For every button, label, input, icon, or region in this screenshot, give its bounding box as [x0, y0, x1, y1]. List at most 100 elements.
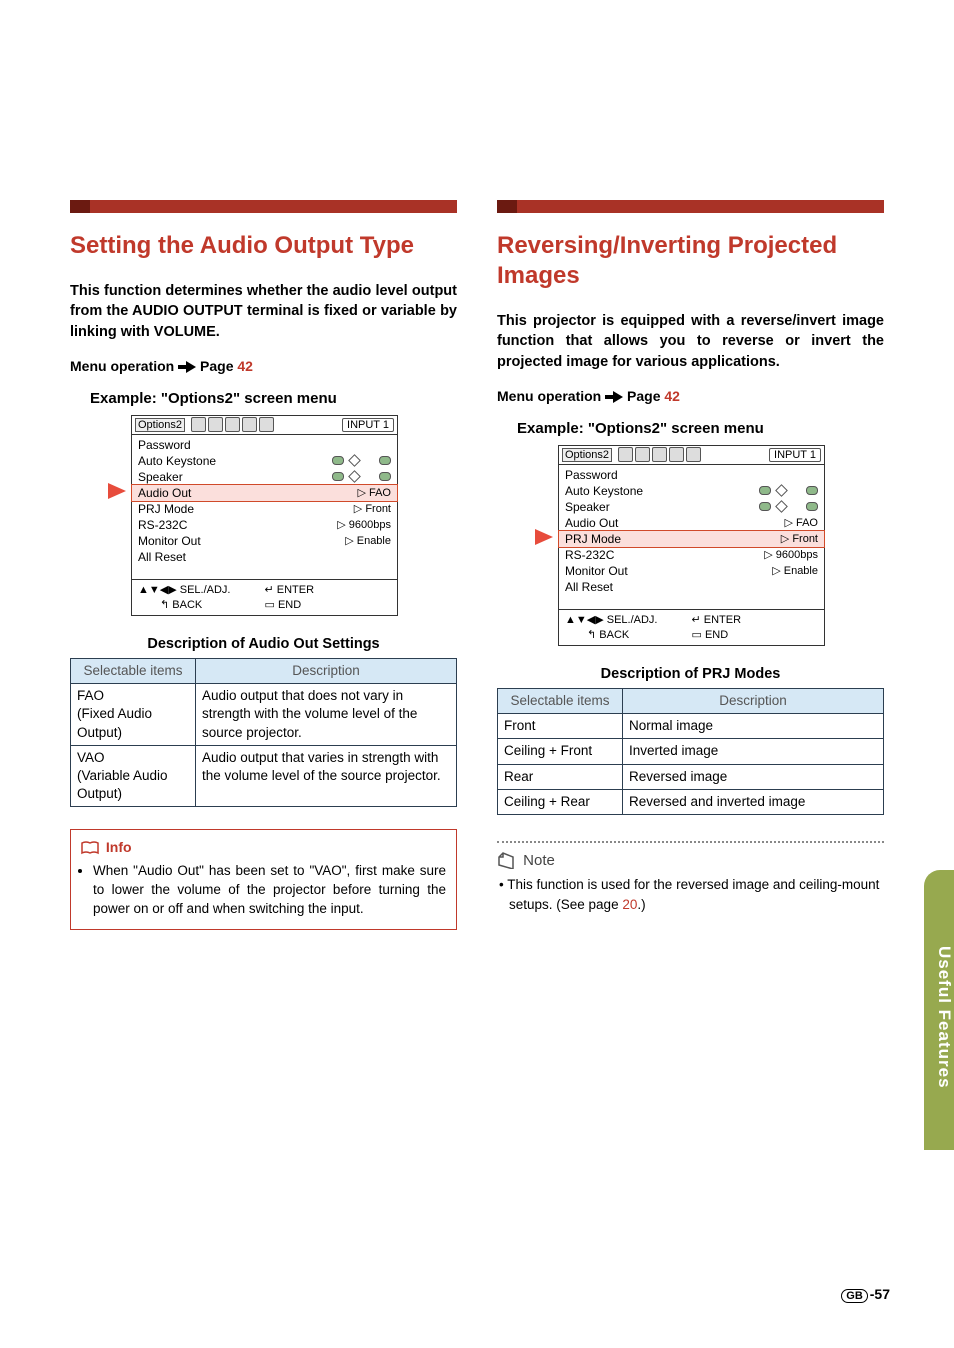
osd-screenshot-wrap: Options2 INPUT 1 PasswordAuto Keystone S… [131, 415, 396, 616]
osd-row: Audio Out▷ FAO [132, 485, 397, 501]
osd-row: Audio Out▷ FAO [565, 515, 818, 531]
osd-screenshot: Options2 INPUT 1 PasswordAuto Keystone S… [558, 445, 825, 646]
osd-header: Options2 INPUT 1 [559, 446, 824, 465]
menu-op-label: Menu operation [497, 388, 601, 404]
menu-operation-line: Menu operation Page 42 [497, 388, 884, 404]
table-caption: Description of PRJ Modes [497, 666, 884, 682]
osd-footer-sel: ▲▼◀▶ SEL./ADJ. [565, 613, 692, 626]
note-icon [497, 851, 517, 869]
section-bar [70, 200, 457, 213]
table-cell-item: Ceiling + Front [498, 739, 623, 764]
table-cell-item: Front [498, 714, 623, 739]
osd-row-label: Monitor Out [138, 533, 201, 549]
osd-row-label: Password [138, 437, 191, 453]
note-title: Note [497, 851, 884, 869]
osd-row: Auto Keystone [565, 483, 818, 499]
table-header: Description [623, 688, 884, 713]
highlight-pointer-icon [108, 483, 126, 499]
osd-header: Options2 INPUT 1 [132, 416, 397, 435]
osd-row-label: Audio Out [565, 515, 618, 531]
table-cell-item: Ceiling + Rear [498, 789, 623, 814]
osd-row-value: ▷ Front [354, 501, 391, 517]
osd-input-badge: INPUT 1 [769, 448, 821, 462]
table-cell-item: Rear [498, 764, 623, 789]
table-cell-desc: Reversed image [623, 764, 884, 789]
menu-op-label: Menu operation [70, 358, 174, 374]
highlight-pointer-icon [535, 529, 553, 545]
book-icon [81, 841, 99, 855]
osd-footer-back: ↰ BACK [565, 628, 692, 641]
arrow-right-icon [605, 391, 623, 403]
example-label: Example: "Options2" screen menu [517, 420, 884, 437]
osd-row-label: Speaker [138, 469, 183, 485]
osd-footer: ▲▼◀▶ SEL./ADJ. ↵ ENTER ↰ BACK ▭ END [132, 579, 397, 615]
osd-row: All Reset [565, 579, 818, 595]
page-ref-link[interactable]: 20 [622, 897, 637, 912]
menu-op-page-label: Page [627, 388, 660, 404]
table-cell-item: FAO (Fixed Audio Output) [71, 684, 196, 746]
osd-row-value: ▷ Enable [345, 533, 391, 549]
osd-row-label: RS-232C [565, 547, 614, 563]
osd-row-label: All Reset [138, 549, 186, 565]
osd-body: PasswordAuto Keystone Speaker Audio Out▷… [559, 465, 824, 609]
intro-text: This function determines whether the aud… [70, 281, 457, 342]
side-tab: Useful Features [924, 870, 954, 1150]
right-column: Reversing/Inverting Projected Images Thi… [497, 200, 884, 930]
osd-row: All Reset [138, 549, 391, 565]
page-number-num: -57 [870, 1286, 890, 1302]
osd-row: RS-232C ▷ 9600bps [138, 517, 391, 533]
osd-tab: Options2 [562, 448, 612, 462]
page-ref-link[interactable]: 42 [664, 388, 680, 404]
table-cell-desc: Normal image [623, 714, 884, 739]
table-row: Ceiling + RearReversed and inverted imag… [498, 789, 884, 814]
osd-footer: ▲▼◀▶ SEL./ADJ. ↵ ENTER ↰ BACK ▭ END [559, 609, 824, 645]
osd-row: Speaker [138, 469, 391, 485]
osd-row-value: ▷ Enable [772, 563, 818, 579]
osd-row-value: ▷ 9600bps [764, 547, 818, 563]
osd-row-value: ▷ FAO [357, 485, 391, 501]
note-separator [497, 841, 884, 843]
page-number: GB-57 [841, 1286, 890, 1302]
menu-operation-line: Menu operation Page 42 [70, 358, 457, 374]
table-row: VAO (Variable Audio Output)Audio output … [71, 745, 457, 807]
table-cell-item: VAO (Variable Audio Output) [71, 745, 196, 807]
osd-screenshot: Options2 INPUT 1 PasswordAuto Keystone S… [131, 415, 398, 616]
osd-row-value [757, 499, 818, 515]
table-row: Ceiling + FrontInverted image [498, 739, 884, 764]
osd-row-label: Auto Keystone [138, 453, 216, 469]
page-ref-link[interactable]: 42 [237, 358, 253, 374]
menu-op-page-label: Page [200, 358, 233, 374]
osd-footer-enter: ↵ ENTER [265, 583, 392, 596]
osd-row-label: RS-232C [138, 517, 187, 533]
table-header: Description [196, 658, 457, 683]
left-column: Setting the Audio Output Type This funct… [70, 200, 457, 930]
osd-footer-end: ▭ END [692, 628, 819, 641]
table-caption: Description of Audio Out Settings [70, 636, 457, 652]
table-cell-desc: Audio output that does not vary in stren… [196, 684, 457, 746]
osd-screenshot-wrap: Options2 INPUT 1 PasswordAuto Keystone S… [558, 445, 823, 646]
osd-row-value [330, 453, 391, 469]
info-box: Info When "Audio Out" has been set to "V… [70, 829, 457, 929]
note-text-pre: • This function is used for the reversed… [499, 877, 879, 912]
info-text: When "Audio Out" has been set to "VAO", … [93, 862, 446, 919]
osd-footer-enter: ↵ ENTER [692, 613, 819, 626]
note-title-text: Note [523, 852, 555, 869]
osd-tab: Options2 [135, 418, 185, 432]
columns: Setting the Audio Output Type This funct… [70, 200, 884, 930]
osd-row: PRJ Mode▷ Front [138, 501, 391, 517]
osd-row: Password [565, 467, 818, 483]
osd-footer-end: ▭ END [265, 598, 392, 611]
example-label: Example: "Options2" screen menu [90, 390, 457, 407]
osd-row-label: Speaker [565, 499, 610, 515]
section-bar [497, 200, 884, 213]
osd-row-label: All Reset [565, 579, 613, 595]
osd-icon-row [616, 447, 765, 462]
table-header: Selectable items [71, 658, 196, 683]
table-row: FrontNormal image [498, 714, 884, 739]
osd-row: Password [138, 437, 391, 453]
arrow-right-icon [178, 361, 196, 373]
page: Setting the Audio Output Type This funct… [0, 0, 954, 1348]
table-row: FAO (Fixed Audio Output)Audio output tha… [71, 684, 457, 746]
osd-row-label: Password [565, 467, 618, 483]
osd-row-value: ▷ 9600bps [337, 517, 391, 533]
